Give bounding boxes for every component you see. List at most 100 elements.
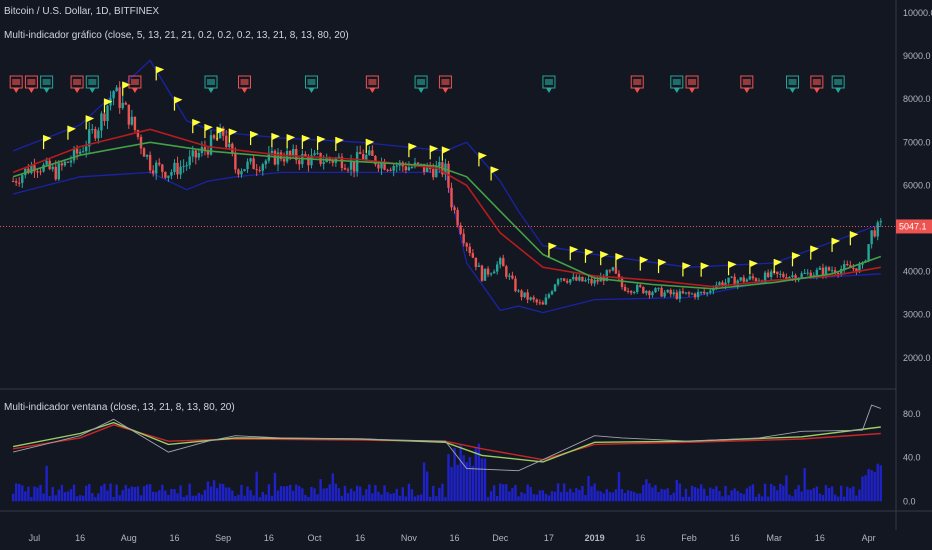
signal-marker-fill xyxy=(672,79,681,85)
candle-body xyxy=(246,161,249,170)
candle-body xyxy=(468,246,471,254)
volume-bar xyxy=(462,455,465,502)
signal-marker-fill xyxy=(12,79,21,85)
candle-body xyxy=(562,278,566,281)
candle-body xyxy=(130,116,134,125)
volume-bar xyxy=(809,489,812,502)
flag-icon xyxy=(570,246,579,254)
volume-bar xyxy=(18,483,21,502)
flag-icon xyxy=(317,135,326,143)
volume-bar xyxy=(559,492,563,502)
flag-icon xyxy=(442,146,451,154)
volume-bar xyxy=(696,488,700,502)
candle-body xyxy=(66,161,70,163)
candle-body xyxy=(456,209,459,226)
candle-body xyxy=(368,150,371,155)
volume-bar xyxy=(407,483,411,502)
candle-body xyxy=(148,154,152,171)
volume-bar xyxy=(392,493,395,502)
candle-body xyxy=(556,279,560,285)
volume-bar xyxy=(486,497,490,502)
volume-bar xyxy=(194,495,197,502)
volume-bar xyxy=(836,496,840,502)
signal-marker-pointer-icon xyxy=(308,88,315,93)
candle-body xyxy=(225,135,228,148)
candle-body xyxy=(164,171,167,178)
volume-bar xyxy=(167,494,170,502)
flag-icon xyxy=(478,152,487,160)
candle-body xyxy=(453,207,456,210)
candle-body xyxy=(352,161,356,172)
osc-green-line xyxy=(12,421,881,463)
candle-body xyxy=(84,146,88,152)
volume-bar xyxy=(672,492,675,502)
candle-body xyxy=(395,165,398,167)
volume-bar xyxy=(261,492,264,502)
flag-icon xyxy=(491,166,500,174)
candle-body xyxy=(63,161,67,166)
candle-body xyxy=(185,165,188,167)
time-axis-label: 16 xyxy=(169,533,179,543)
volume-bar xyxy=(492,485,496,502)
candle-body xyxy=(36,171,39,173)
candle-body xyxy=(492,271,496,274)
volume-bar xyxy=(94,497,97,502)
signal-marker-pointer-icon xyxy=(743,88,750,93)
volume-bar xyxy=(133,487,137,502)
candle-body xyxy=(228,143,231,148)
candle-body xyxy=(611,267,615,271)
volume-bar xyxy=(657,491,660,502)
candle-body xyxy=(471,253,475,258)
volume-bar xyxy=(419,494,423,502)
time-axis-label: Sep xyxy=(215,533,231,543)
volume-bar xyxy=(136,486,140,502)
candle-body xyxy=(523,292,526,298)
candle-body xyxy=(197,153,201,158)
volume-bar xyxy=(526,484,529,502)
volume-bar xyxy=(225,487,228,502)
volume-bar xyxy=(471,465,475,502)
candle-body xyxy=(718,282,721,285)
volume-bar xyxy=(699,484,703,502)
volume-bar xyxy=(298,486,301,502)
candle-body xyxy=(392,166,395,171)
candle-body xyxy=(499,258,502,265)
time-axis-label: 16 xyxy=(355,533,365,543)
signal-marker-fill xyxy=(207,79,216,85)
volume-bar xyxy=(240,484,243,502)
flag-icon xyxy=(682,262,691,270)
signal-marker-pointer-icon xyxy=(634,88,641,93)
candle-body xyxy=(651,292,654,296)
candle-body xyxy=(879,221,882,223)
signal-marker-fill xyxy=(240,79,249,85)
candle-body xyxy=(173,162,176,172)
candle-body xyxy=(288,151,292,156)
volume-bar xyxy=(596,490,599,502)
volume-bar xyxy=(806,489,809,502)
volume-bar xyxy=(788,494,791,502)
candle-body xyxy=(791,275,794,277)
signal-marker-pointer-icon xyxy=(813,88,820,93)
volume-bar xyxy=(127,488,131,502)
time-axis-label: 16 xyxy=(264,533,274,543)
volume-bar xyxy=(523,493,526,502)
flag-icon xyxy=(302,135,311,143)
volume-bar xyxy=(666,488,669,502)
candle-body xyxy=(803,273,806,275)
candle-body xyxy=(830,270,834,272)
volume-bar xyxy=(456,464,459,502)
flag-icon xyxy=(174,96,183,104)
flag-icon xyxy=(287,134,296,142)
volume-bar xyxy=(346,493,350,502)
volume-bar xyxy=(425,471,429,502)
price-chart[interactable]: 10000.09000.08000.07000.06000.05000.0400… xyxy=(0,0,932,550)
candle-body xyxy=(532,297,535,300)
volume-bar xyxy=(270,495,274,502)
flag-icon xyxy=(366,138,375,146)
volume-bar xyxy=(712,488,715,502)
volume-bar xyxy=(218,483,222,502)
volume-bar xyxy=(155,492,158,502)
volume-bar xyxy=(800,491,803,502)
candle-body xyxy=(358,152,362,154)
candle-body xyxy=(608,270,612,272)
